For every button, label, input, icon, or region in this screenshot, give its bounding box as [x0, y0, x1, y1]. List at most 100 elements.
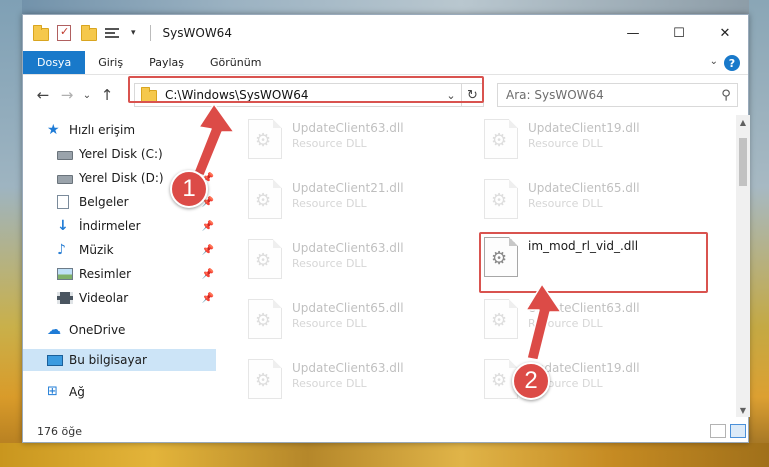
ribbon-expand-icon[interactable]: ⌄ [710, 56, 718, 67]
recent-locations-button[interactable]: ⌄ [79, 90, 95, 101]
file-item[interactable]: ⚙ UpdateClient63.dll Resource DLL [248, 359, 468, 409]
quick-access-toolbar: ▾ [33, 25, 157, 41]
step-badge-1: 1 [170, 170, 208, 208]
star-icon: ★ [47, 122, 60, 138]
network-icon: ⊞ [47, 384, 58, 399]
quick-access-dropdown-icon[interactable]: ▾ [131, 28, 136, 38]
file-type: Resource DLL [292, 197, 367, 210]
ribbon-tabs: Dosya Giriş Paylaş Görünüm ⌄ ? [23, 51, 748, 75]
sidebar-item-local-disk-c[interactable]: Yerel Disk (C:) 📌 [23, 143, 216, 165]
sidebar-item-label: Müzik [79, 243, 114, 257]
title-bar: ▾ SysWOW64 — ☐ ✕ [23, 15, 748, 51]
videos-icon [57, 292, 73, 304]
file-name: UpdateClient63.dll [292, 241, 404, 255]
pin-icon[interactable]: 📌 [202, 221, 214, 232]
file-type: Resource DLL [292, 377, 367, 390]
navigation-bar: ← → ⌄ ↑ C:\Windows\SysWOW64 ⌄ ↻ Ara: Sys… [23, 75, 748, 115]
sidebar-item-label: Yerel Disk (C:) [79, 147, 163, 161]
downloads-icon: ↓ [57, 218, 69, 234]
pin-icon[interactable]: 📌 [202, 245, 214, 256]
sidebar-item-label: Belgeler [79, 195, 129, 209]
file-item[interactable]: ⚙ UpdateClient63.dll Resource DLL [248, 239, 468, 289]
pin-icon[interactable]: 📌 [202, 293, 214, 304]
file-name: UpdateClient65.dll [292, 301, 404, 315]
refresh-button[interactable]: ↻ [461, 84, 483, 106]
maximize-button[interactable]: ☐ [656, 15, 702, 51]
dll-file-icon: ⚙ [248, 179, 282, 219]
help-icon[interactable]: ? [724, 55, 740, 71]
file-item-highlighted[interactable]: ⚙ im_mod_rl_vid_.dll [484, 237, 704, 287]
sidebar-item-music[interactable]: ♪ Müzik 📌 [23, 239, 216, 261]
file-item[interactable]: ⚙ UpdateClient63.dll Resource DLL [248, 119, 468, 169]
sidebar-item-quick-access[interactable]: ★ Hızlı erişim [23, 119, 216, 141]
address-folder-icon [141, 87, 157, 103]
file-item[interactable]: ⚙ UpdateClient19.dll Resource DLL [484, 119, 704, 169]
desktop-background-left [0, 0, 22, 467]
drive-icon [57, 175, 73, 184]
sidebar-item-label: Hızlı erişim [69, 123, 136, 137]
file-type: Resource DLL [292, 137, 367, 150]
desktop-background-bottom [0, 443, 769, 467]
sidebar-item-onedrive[interactable]: ☁ OneDrive [23, 319, 216, 341]
tab-view[interactable]: Görünüm [197, 51, 274, 74]
sidebar-item-network[interactable]: ⊞ Ağ [23, 381, 216, 403]
folder-icon[interactable] [33, 25, 49, 41]
dll-file-icon: ⚙ [248, 359, 282, 399]
sidebar-item-label: Yerel Disk (D:) [79, 171, 164, 185]
close-button[interactable]: ✕ [702, 15, 748, 51]
address-path[interactable]: C:\Windows\SysWOW64 [165, 88, 441, 102]
sidebar-item-downloads[interactable]: ↓ İndirmeler 📌 [23, 215, 216, 237]
sidebar-item-videos[interactable]: Videolar 📌 [23, 287, 216, 309]
pin-icon[interactable]: 📌 [202, 269, 214, 280]
search-input[interactable]: Ara: SysWOW64 [506, 88, 715, 102]
up-button[interactable]: ↑ [95, 86, 119, 104]
file-name: UpdateClient65.dll [528, 181, 640, 195]
scroll-thumb[interactable] [739, 138, 747, 186]
minimize-button[interactable]: — [610, 15, 656, 51]
file-item[interactable]: ⚙ UpdateClient21.dll Resource DLL [248, 179, 468, 229]
file-item[interactable]: ⚙ UpdateClient65.dll Resource DLL [248, 299, 468, 349]
tab-file[interactable]: Dosya [23, 51, 86, 74]
file-type: Resource DLL [292, 317, 367, 330]
file-item[interactable]: ⚙ UpdateClient63.dll Resource DLL [484, 299, 704, 349]
dll-file-icon: ⚙ [248, 299, 282, 339]
sidebar-item-label: Resimler [79, 267, 132, 281]
pictures-icon [57, 268, 73, 280]
sidebar-item-label: Ağ [69, 385, 85, 399]
address-bar[interactable]: C:\Windows\SysWOW64 ⌄ ↻ [134, 83, 484, 107]
file-type: Resource DLL [292, 257, 367, 270]
sidebar-item-this-pc[interactable]: Bu bilgisayar [23, 349, 216, 371]
properties-check-icon[interactable] [57, 25, 73, 41]
customize-list-icon[interactable] [105, 26, 123, 40]
forward-button[interactable]: → [55, 86, 79, 104]
new-folder-icon[interactable] [81, 25, 97, 41]
file-type: Resource DLL [528, 197, 603, 210]
dll-file-icon: ⚙ [248, 239, 282, 279]
this-pc-icon [47, 355, 63, 366]
vertical-scrollbar[interactable]: ▲ ▼ [736, 115, 750, 417]
explorer-panes: ★ Hızlı erişim Yerel Disk (C:) 📌 Yerel D… [23, 115, 750, 417]
address-dropdown-icon[interactable]: ⌄ [441, 89, 461, 102]
file-type: Resource DLL [528, 137, 603, 150]
pin-icon[interactable]: 📌 [202, 149, 214, 160]
scroll-down-icon[interactable]: ▼ [736, 403, 750, 417]
file-name: UpdateClient63.dll [528, 301, 640, 315]
search-box[interactable]: Ara: SysWOW64 ⚲ [497, 83, 738, 107]
sidebar-item-label: OneDrive [69, 323, 126, 337]
view-switcher [710, 424, 746, 438]
file-name: UpdateClient19.dll [528, 121, 640, 135]
sidebar-item-pictures[interactable]: Resimler 📌 [23, 263, 216, 285]
details-view-icon[interactable] [710, 424, 726, 438]
file-item[interactable]: ⚙ UpdateClient65.dll Resource DLL [484, 179, 704, 229]
tab-share[interactable]: Paylaş [136, 51, 197, 74]
large-icons-view-icon[interactable] [730, 424, 746, 438]
status-bar: 176 öğe [23, 419, 750, 443]
dll-file-icon: ⚙ [484, 299, 518, 339]
window-controls: — ☐ ✕ [610, 15, 748, 51]
scroll-up-icon[interactable]: ▲ [736, 115, 750, 129]
tab-home[interactable]: Giriş [85, 51, 136, 74]
window-title: SysWOW64 [162, 26, 232, 40]
search-icon[interactable]: ⚲ [715, 88, 737, 103]
back-button[interactable]: ← [31, 86, 55, 104]
sidebar-item-label: İndirmeler [79, 219, 141, 233]
